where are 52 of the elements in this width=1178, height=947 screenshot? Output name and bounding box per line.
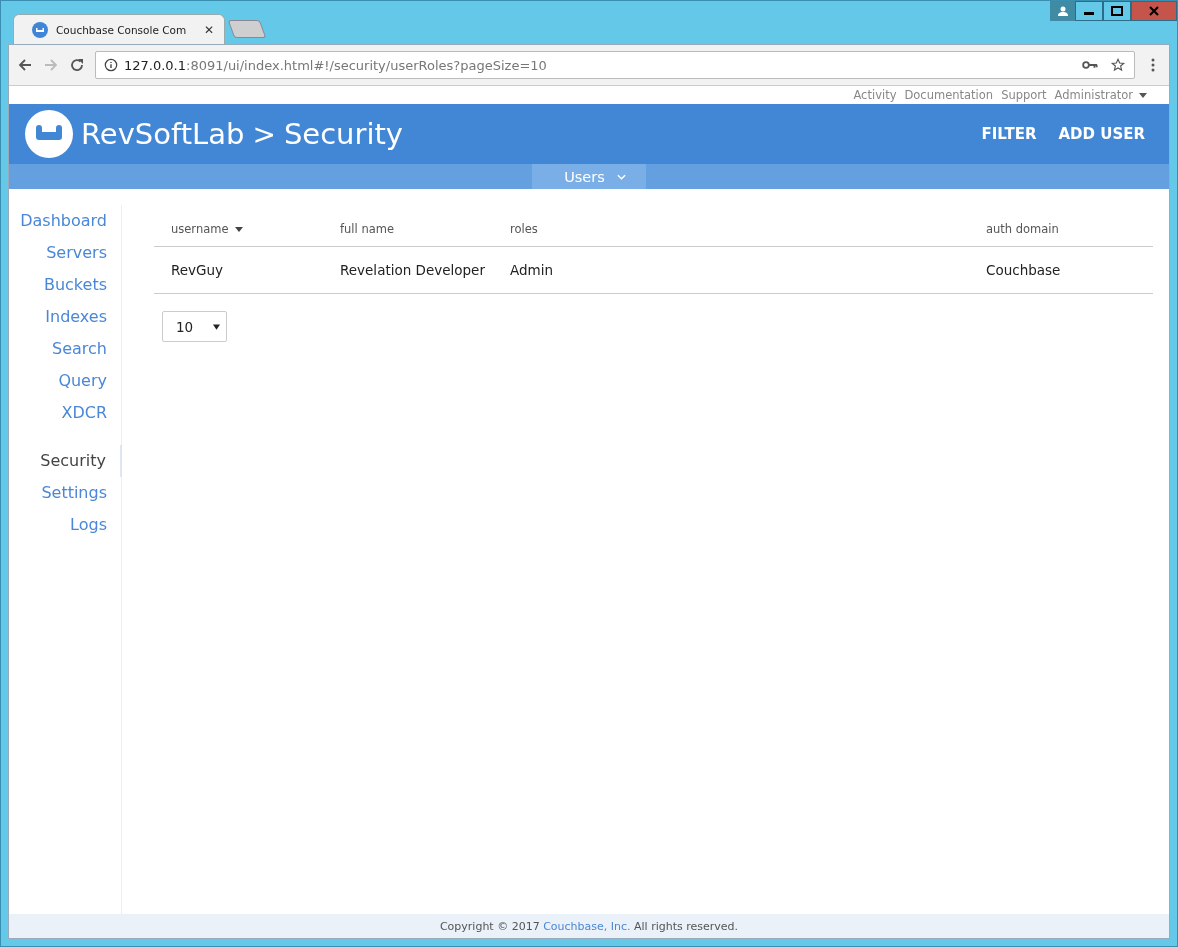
sidebar-item[interactable]: Settings	[9, 477, 121, 509]
header-action-link[interactable]: FILTER	[981, 125, 1037, 143]
couch-logo-icon	[32, 21, 48, 38]
sort-caret-icon[interactable]	[234, 226, 243, 232]
back-arrow-icon[interactable]	[17, 57, 33, 73]
column-header[interactable]: username	[171, 222, 229, 236]
cluster-name[interactable]: RevSoftLab	[81, 117, 245, 151]
top-link[interactable]: Administrator	[1054, 88, 1133, 102]
users-dropdown-tab[interactable]: Users	[532, 164, 646, 189]
sidebar-item[interactable]: Buckets	[9, 269, 121, 301]
table-cell: Admin	[510, 262, 554, 278]
sidebar-item[interactable]: XDCR	[9, 397, 121, 429]
page-size-select[interactable]: 10	[162, 311, 227, 342]
star-icon[interactable]	[1110, 58, 1126, 72]
header-action-link[interactable]: ADD USER	[1058, 125, 1145, 143]
user-icon[interactable]	[1050, 1, 1075, 21]
reload-icon[interactable]	[69, 57, 85, 73]
table-cell: RevGuy	[171, 262, 224, 278]
address-bar[interactable]: 127.0.0.1:8091/ui/index.html#!/security/userRoles?pageSize=10	[95, 51, 1135, 79]
top-link[interactable]: Documentation	[904, 88, 994, 102]
top-link[interactable]: Activity	[853, 88, 897, 102]
minimize-icon[interactable]	[1075, 1, 1103, 21]
table-cell: Revelation Developer	[340, 262, 485, 278]
couchbase-link[interactable]: Couchbase, Inc.	[543, 919, 631, 933]
url-host: 127.0.0.1	[124, 57, 187, 73]
sidebar-item[interactable]: Logs	[9, 509, 121, 541]
key-icon[interactable]	[1082, 58, 1098, 72]
sidebar-item[interactable]: Dashboard	[9, 205, 121, 237]
sidebar-item[interactable]: Search	[9, 333, 121, 365]
url-path: :8091/ui/index.html#!/security/userRoles?pageSize=10	[186, 57, 547, 73]
column-header[interactable]: roles	[510, 222, 538, 236]
page-title: Security	[283, 117, 403, 151]
top-link[interactable]: Support	[1001, 88, 1047, 102]
copyright-text: Copyright © 2017 Couchbase, Inc. All rights reserved.	[439, 919, 739, 933]
sidebar-item[interactable]: Indexes	[9, 301, 121, 333]
caret-icon	[213, 323, 220, 330]
caret-icon[interactable]	[1139, 92, 1147, 98]
column-header[interactable]: auth domain	[986, 222, 1059, 236]
browser-tab[interactable]: Couchbase Console Com ✕	[13, 14, 225, 44]
close-icon[interactable]	[1131, 1, 1177, 21]
menu-icon[interactable]	[1151, 57, 1155, 73]
sidebar-item[interactable]: Security	[9, 445, 122, 477]
couch-logo-icon[interactable]	[25, 110, 73, 158]
close-icon[interactable]: ✕	[203, 22, 214, 37]
column-header[interactable]: full name	[340, 222, 394, 236]
info-icon[interactable]	[104, 58, 118, 72]
chevron-down-icon	[616, 173, 626, 180]
table-cell: Couchbase	[986, 262, 1061, 278]
sidebar-item[interactable]: Servers	[9, 237, 121, 269]
breadcrumb-separator: >	[252, 117, 276, 151]
tab-title: Couchbase Console Com	[56, 23, 188, 36]
sidebar-item[interactable]: Query	[9, 365, 121, 397]
